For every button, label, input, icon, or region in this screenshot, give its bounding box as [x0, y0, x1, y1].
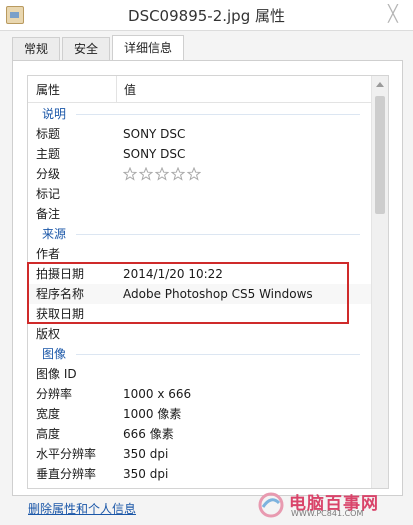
property-name: 水平分辨率	[36, 447, 97, 461]
row-tags[interactable]: 标记	[28, 184, 372, 204]
row-date-taken[interactable]: 拍摄日期 2014/1/20 10:22	[28, 264, 372, 284]
section-divider	[76, 234, 360, 235]
row-copyright[interactable]: 版权	[28, 324, 372, 344]
column-divider[interactable]	[116, 76, 117, 102]
row-authors[interactable]: 作者	[28, 244, 372, 264]
property-name: 分级	[36, 167, 61, 181]
section-origin: 来源	[28, 224, 372, 244]
close-button[interactable]: ╳	[383, 4, 403, 24]
section-description: 说明	[28, 104, 372, 124]
property-value[interactable]: SONY DSC	[123, 144, 185, 164]
section-divider	[76, 114, 360, 115]
details-panel: 属性 值 说明 标题 SONY DSC 主题 SONY DSC 分级 标记 备注…	[12, 60, 403, 496]
tab-general[interactable]: 常规	[12, 37, 60, 60]
watermark-url: WWW.PC841.COM	[291, 509, 364, 518]
remove-properties-link[interactable]: 删除属性和个人信息	[28, 500, 136, 517]
property-name: 版权	[36, 327, 61, 341]
property-name: 主题	[36, 147, 61, 161]
property-name: 分辨率	[36, 387, 73, 401]
row-program-name[interactable]: 程序名称 Adobe Photoshop CS5 Windows	[28, 284, 372, 304]
property-value[interactable]: 1000 像素	[123, 404, 181, 424]
tab-details[interactable]: 详细信息	[112, 35, 184, 60]
row-rating[interactable]: 分级	[28, 164, 372, 184]
property-value[interactable]: SONY DSC	[123, 124, 185, 144]
property-name: 拍摄日期	[36, 267, 85, 281]
tab-security[interactable]: 安全	[62, 37, 110, 60]
property-rows: 说明 标题 SONY DSC 主题 SONY DSC 分级 标记 备注 来源 作…	[28, 104, 372, 484]
row-height[interactable]: 高度 666 像素	[28, 424, 372, 444]
property-name: 标记	[36, 187, 61, 201]
row-width[interactable]: 宽度 1000 像素	[28, 404, 372, 424]
scroll-up-arrow-icon[interactable]	[376, 82, 384, 87]
property-name: 备注	[36, 207, 61, 221]
star-icon[interactable]	[171, 167, 186, 181]
star-icon[interactable]	[155, 167, 170, 181]
row-vertical-resolution[interactable]: 垂直分辨率 350 dpi	[28, 464, 372, 484]
section-image: 图像	[28, 344, 372, 364]
rating-stars[interactable]	[123, 167, 203, 181]
property-name: 高度	[36, 427, 61, 441]
row-title[interactable]: 标题 SONY DSC	[28, 124, 372, 144]
property-name: 图像 ID	[36, 367, 77, 381]
column-header-value[interactable]: 值	[124, 81, 136, 98]
property-name: 程序名称	[36, 287, 85, 301]
section-divider	[76, 354, 360, 355]
row-comments[interactable]: 备注	[28, 204, 372, 224]
property-value[interactable]: 350 dpi	[123, 444, 168, 464]
scroll-thumb[interactable]	[375, 96, 385, 214]
star-icon[interactable]	[123, 167, 138, 181]
row-dimensions[interactable]: 分辨率 1000 x 666	[28, 384, 372, 404]
star-icon[interactable]	[187, 167, 202, 181]
star-icon[interactable]	[139, 167, 154, 181]
section-label: 图像	[42, 347, 67, 361]
row-image-id[interactable]: 图像 ID	[28, 364, 372, 384]
property-list[interactable]: 属性 值 说明 标题 SONY DSC 主题 SONY DSC 分级 标记 备注…	[27, 75, 389, 489]
watermark-swirl-icon	[258, 492, 284, 518]
property-name: 作者	[36, 247, 61, 261]
property-value[interactable]: 2014/1/20 10:22	[123, 264, 223, 284]
list-header: 属性 值	[28, 76, 372, 103]
section-label: 来源	[42, 227, 67, 241]
property-name: 获取日期	[36, 307, 85, 321]
property-name: 宽度	[36, 407, 61, 421]
watermark-logo: 电脑百事网 WWW.PC841.COM	[257, 489, 407, 521]
property-value[interactable]: Adobe Photoshop CS5 Windows	[123, 284, 313, 304]
property-value[interactable]: 666 像素	[123, 424, 174, 444]
title-bar: DSC09895-2.jpg 属性 ╳	[0, 0, 413, 31]
property-name: 标题	[36, 127, 61, 141]
section-label: 说明	[42, 107, 67, 121]
property-name: 垂直分辨率	[36, 467, 97, 481]
row-subject[interactable]: 主题 SONY DSC	[28, 144, 372, 164]
column-header-property[interactable]: 属性	[36, 81, 60, 98]
vertical-scrollbar[interactable]	[371, 76, 388, 488]
row-horizontal-resolution[interactable]: 水平分辨率 350 dpi	[28, 444, 372, 464]
window-title: DSC09895-2.jpg 属性	[128, 7, 285, 25]
property-value[interactable]: 1000 x 666	[123, 384, 191, 404]
row-date-acquired[interactable]: 获取日期	[28, 304, 372, 324]
property-value[interactable]: 350 dpi	[123, 464, 168, 484]
